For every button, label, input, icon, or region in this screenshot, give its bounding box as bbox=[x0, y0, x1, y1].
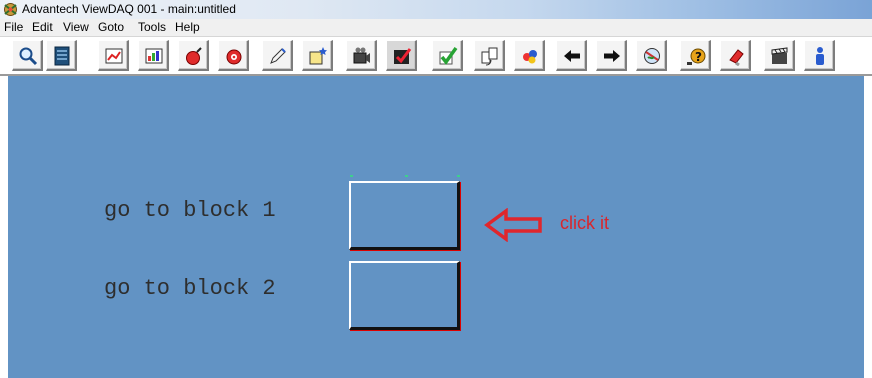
app-icon bbox=[4, 3, 17, 16]
toolbar: ? bbox=[0, 37, 872, 76]
magnet-button[interactable] bbox=[720, 40, 751, 71]
menu-help[interactable]: Help bbox=[175, 20, 200, 34]
svg-text:?: ? bbox=[695, 50, 702, 64]
back-button[interactable] bbox=[556, 40, 587, 71]
menu-tools[interactable]: Tools bbox=[138, 20, 166, 34]
pencil-button[interactable] bbox=[262, 40, 293, 71]
help-button[interactable]: ? bbox=[680, 40, 711, 71]
checkmark-icon bbox=[439, 46, 458, 65]
window-title: Advantech ViewDAQ 001 - main:untitled bbox=[22, 2, 236, 16]
menu-view[interactable]: View bbox=[63, 20, 89, 34]
edit-star-icon bbox=[309, 47, 327, 65]
block-1-label: go to block 1 bbox=[104, 198, 276, 223]
cube-button[interactable] bbox=[514, 40, 545, 71]
magnet-icon bbox=[729, 49, 744, 66]
database-button[interactable] bbox=[46, 40, 77, 71]
report-icon bbox=[145, 48, 163, 64]
selection-handle bbox=[405, 175, 408, 177]
pencil-icon bbox=[270, 48, 286, 64]
selection-handle bbox=[350, 175, 353, 177]
copy-button[interactable] bbox=[474, 40, 505, 71]
menu-bar: File Edit View Goto Tools Help bbox=[0, 19, 872, 37]
bell-button[interactable] bbox=[218, 40, 249, 71]
menu-goto[interactable]: Goto bbox=[98, 20, 124, 34]
help-icon: ? bbox=[687, 48, 706, 65]
chart-icon bbox=[105, 48, 123, 64]
go-to-block-2-button[interactable] bbox=[349, 261, 460, 330]
person-button[interactable] bbox=[804, 40, 835, 71]
red-bomb-icon bbox=[186, 47, 202, 65]
menu-edit[interactable]: Edit bbox=[32, 20, 53, 34]
selection-handle bbox=[457, 175, 460, 177]
globe-button[interactable] bbox=[636, 40, 667, 71]
block-2-label: go to block 2 bbox=[104, 276, 276, 301]
check-button[interactable] bbox=[432, 40, 463, 71]
arrow-left-icon bbox=[564, 50, 580, 62]
red-bell-icon bbox=[226, 49, 242, 65]
report-button[interactable] bbox=[138, 40, 169, 71]
database-icon bbox=[54, 46, 70, 66]
cube-colors-icon bbox=[523, 50, 537, 64]
checkbox-red-icon bbox=[394, 48, 412, 64]
checkbox-button[interactable] bbox=[386, 40, 417, 71]
arrow-left-icon bbox=[484, 208, 542, 242]
edit-star-button[interactable] bbox=[302, 40, 333, 71]
person-icon bbox=[816, 47, 824, 65]
zoom-button[interactable] bbox=[12, 40, 43, 71]
magnifier-icon bbox=[19, 47, 38, 66]
menu-file[interactable]: File bbox=[4, 20, 23, 34]
bomb-button[interactable] bbox=[178, 40, 209, 71]
title-bar: Advantech ViewDAQ 001 - main:untitled bbox=[0, 0, 872, 19]
go-to-block-1-button[interactable] bbox=[349, 181, 460, 250]
chart-button[interactable] bbox=[98, 40, 129, 71]
canvas-area: go to block 1 click it go to block 2 bbox=[8, 76, 864, 378]
clapperboard-icon bbox=[771, 47, 788, 64]
camera-button[interactable] bbox=[346, 40, 377, 71]
click-it-annotation: click it bbox=[560, 213, 609, 233]
camera-icon bbox=[353, 47, 370, 64]
forward-button[interactable] bbox=[596, 40, 627, 71]
arrow-right-icon bbox=[604, 50, 620, 62]
document-copy-icon bbox=[481, 47, 498, 66]
globe-icon bbox=[644, 48, 660, 64]
clapper-button[interactable] bbox=[764, 40, 795, 71]
